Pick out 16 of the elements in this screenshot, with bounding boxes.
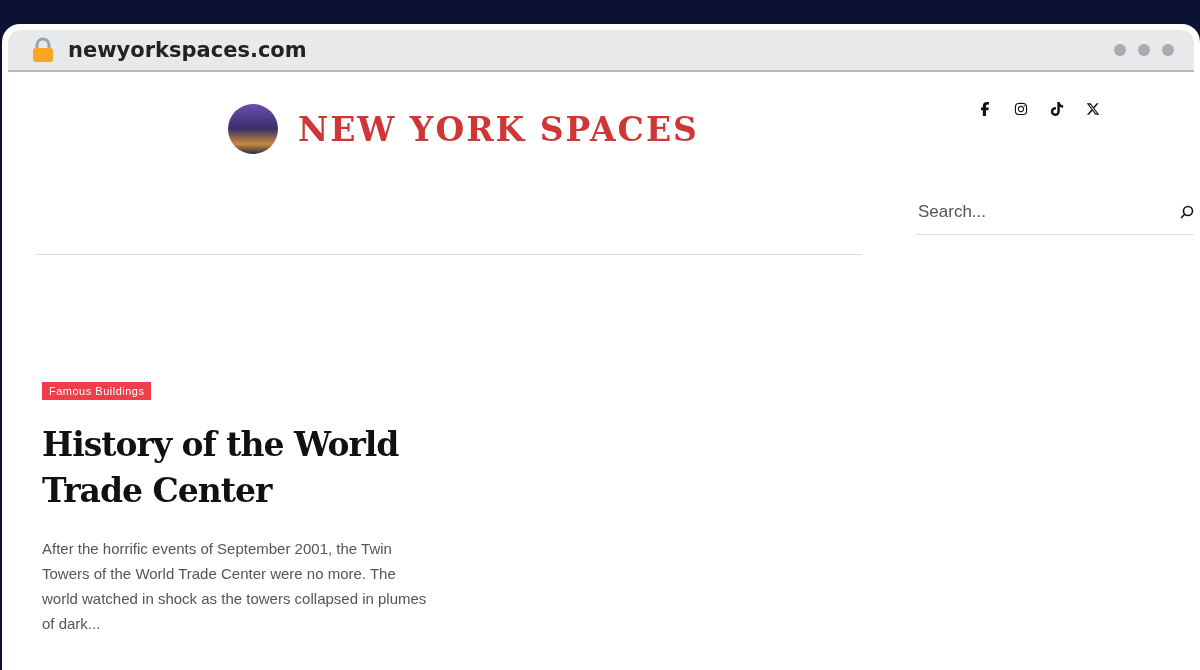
article-title[interactable]: History of the World Trade Center [42,422,462,514]
tiktok-icon[interactable] [1050,102,1064,116]
x-icon[interactable] [1086,102,1100,116]
lock-icon [32,37,54,63]
window-dot[interactable] [1138,44,1150,56]
window-dot[interactable] [1114,44,1126,56]
url-text[interactable]: newyorkspaces.com [68,38,307,62]
window-dot[interactable] [1162,44,1174,56]
category-tag[interactable]: Famous Buildings [42,382,152,400]
logo-photo-placeholder[interactable] [228,104,278,154]
article-excerpt: After the horrific events of September 2001, the Twin Towers of the World Trade Center were no more. The world watched in shock as the towers collapsed in plumes of dark... [42,539,427,634]
search-icon[interactable] [1180,205,1194,219]
instagram-icon[interactable] [1014,102,1028,116]
search-field[interactable]: Search... [916,201,1180,223]
site-title[interactable]: NEW YORK SPACES [298,109,699,149]
facebook-icon[interactable] [978,102,992,116]
